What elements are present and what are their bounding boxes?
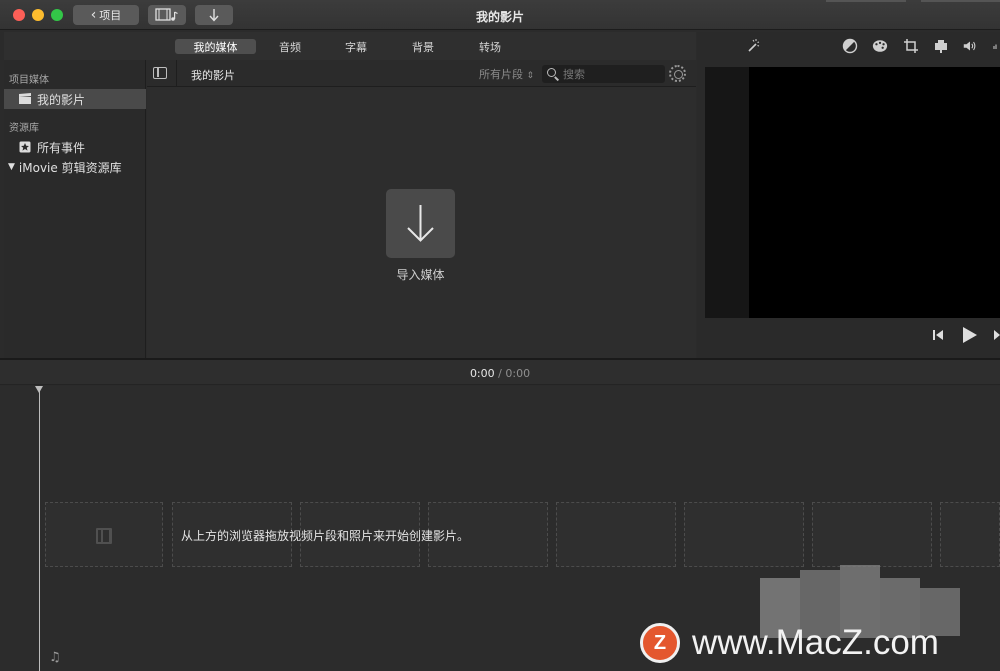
browser-tabs: 我的媒体 音频 字幕 背景 转场 bbox=[4, 32, 696, 60]
time-separator: / bbox=[498, 367, 502, 380]
sidebar-item-all-events[interactable]: 所有事件 bbox=[4, 137, 146, 157]
timeline-placeholder-slot bbox=[556, 502, 676, 567]
toggle-sidebar-button[interactable] bbox=[153, 67, 167, 79]
media-browser: 我的影片 所有片段 ⇕ 导入媒体 bbox=[147, 60, 696, 358]
playhead[interactable] bbox=[35, 386, 43, 671]
watermark: Z www.MacZ.com bbox=[640, 620, 939, 666]
sidebar-item-my-movie[interactable]: 我的影片 bbox=[4, 89, 146, 109]
tab-titles[interactable]: 字幕 bbox=[332, 39, 380, 54]
total-time: 0:00 bbox=[505, 367, 531, 380]
updown-chevron-icon: ⇕ bbox=[526, 71, 535, 81]
clapperboard-icon bbox=[18, 93, 32, 105]
watermark-text: www.MacZ.com bbox=[692, 623, 939, 662]
skip-forward-icon[interactable] bbox=[993, 328, 1000, 345]
viewer-screen[interactable] bbox=[749, 67, 1000, 318]
tab-audio[interactable]: 音频 bbox=[266, 39, 314, 54]
clip-filter-select[interactable]: 所有片段 ⇕ bbox=[479, 66, 534, 82]
arrow-down-icon bbox=[407, 205, 434, 242]
tab-backgrounds[interactable]: 背景 bbox=[399, 39, 447, 54]
star-box-icon bbox=[18, 141, 32, 153]
music-note-icon: ♫ bbox=[49, 650, 61, 665]
sidebar-item-label: iMovie 剪辑资源库 bbox=[18, 160, 122, 175]
disclosure-triangle-icon[interactable]: ▼ bbox=[8, 162, 15, 172]
play-icon[interactable] bbox=[961, 325, 979, 348]
magic-wand-icon[interactable] bbox=[745, 38, 761, 54]
tab-my-media[interactable]: 我的媒体 bbox=[175, 39, 256, 54]
watermark-logo: Z bbox=[640, 623, 680, 663]
volume-icon[interactable] bbox=[962, 38, 978, 54]
color-balance-icon[interactable] bbox=[842, 38, 858, 54]
viewer-panel bbox=[697, 32, 1000, 358]
sidebar-item-label: 我的影片 bbox=[37, 92, 86, 107]
film-icon bbox=[96, 528, 112, 544]
title-bar-edge bbox=[921, 0, 1000, 2]
browser-header: 我的影片 所有片段 ⇕ bbox=[147, 60, 696, 87]
libraries-sidebar: 项目媒体 我的影片 资源库 所有事件 ▼ iMovie 剪辑资源库 bbox=[4, 60, 146, 358]
search-icon bbox=[546, 67, 560, 81]
tab-transitions[interactable]: 转场 bbox=[466, 39, 514, 54]
camera-icon[interactable] bbox=[933, 38, 949, 54]
timeline-placeholder-slot bbox=[940, 502, 1000, 567]
timeline-hint: 从上方的浏览器拖放视频片段和照片来开始创建影片。 bbox=[181, 529, 470, 543]
sidebar-item-label: 所有事件 bbox=[37, 140, 86, 155]
section-project-media: 项目媒体 bbox=[9, 75, 49, 86]
search-input[interactable] bbox=[563, 67, 663, 81]
timecode-bar: 0:00 / 0:00 bbox=[0, 360, 1000, 385]
title-bar: ‹ 项目 我的影片 bbox=[0, 0, 1000, 30]
crop-icon[interactable] bbox=[903, 38, 919, 54]
title-bar-edge bbox=[826, 0, 906, 2]
viewer-toolbar bbox=[697, 32, 1000, 60]
browser-title: 我的影片 bbox=[191, 69, 235, 82]
import-media-label[interactable]: 导入媒体 bbox=[347, 266, 494, 283]
palette-icon[interactable] bbox=[872, 38, 888, 54]
window-title: 我的影片 bbox=[475, 10, 524, 24]
chart-icon[interactable] bbox=[993, 38, 1000, 54]
timeline-placeholder-slot bbox=[812, 502, 932, 567]
skip-back-icon[interactable] bbox=[931, 328, 945, 345]
timeline-placeholder-slot bbox=[45, 502, 163, 567]
section-libraries: 资源库 bbox=[9, 123, 39, 134]
timeline-placeholder-slot bbox=[684, 502, 804, 567]
search-box[interactable] bbox=[542, 65, 665, 83]
sidebar-item-library[interactable]: ▼ iMovie 剪辑资源库 bbox=[4, 157, 146, 177]
import-media-tile[interactable] bbox=[386, 189, 455, 258]
clip-filter-label: 所有片段 bbox=[479, 68, 523, 81]
current-time: 0:00 bbox=[469, 367, 495, 380]
gear-icon[interactable] bbox=[669, 65, 686, 82]
divider bbox=[176, 60, 177, 87]
